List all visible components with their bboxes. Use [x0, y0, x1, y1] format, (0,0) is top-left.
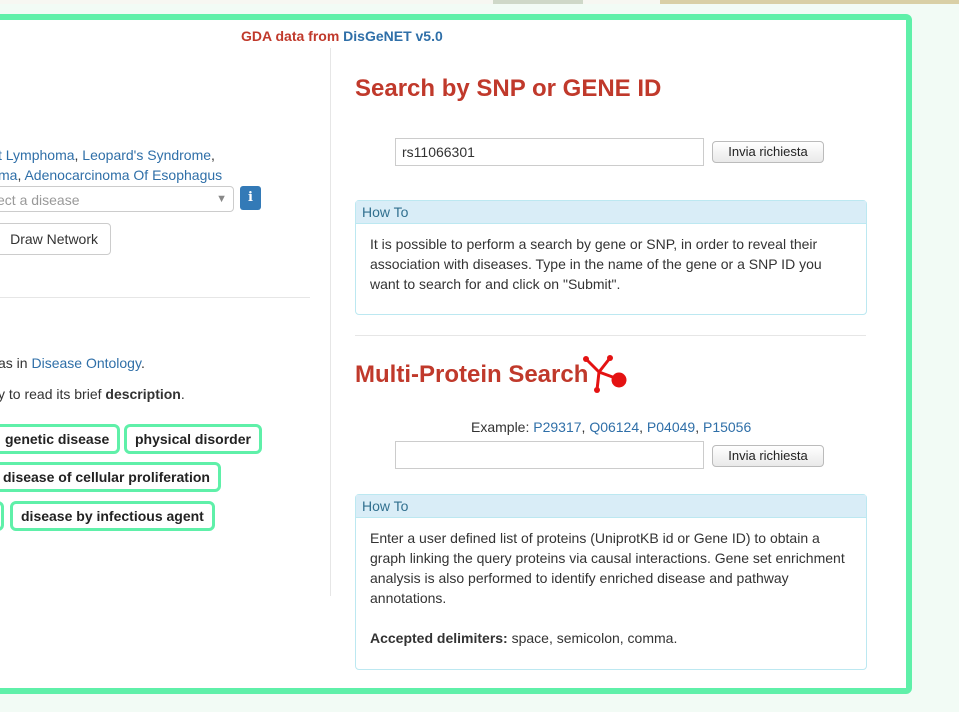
snp-search-title: Search by SNP or GENE ID: [355, 75, 662, 102]
example-disease-link[interactable]: ma: [0, 167, 17, 183]
tag-disease-by-infectious-agent[interactable]: disease by infectious agent: [10, 501, 215, 531]
decorative-banner-left: [493, 0, 583, 4]
description-prefix: y to read its brief: [0, 386, 106, 402]
ontology-note: as in Disease Ontology.: [0, 355, 145, 371]
decorative-banner-right: [660, 0, 959, 4]
multi-protein-title: Multi-Protein Search: [355, 361, 589, 388]
multi-protein-input[interactable]: [395, 441, 704, 469]
howto-snp-panel: How To It is possible to perform a searc…: [355, 200, 867, 315]
howto-snp-header: How To: [356, 201, 866, 224]
disgenet-link[interactable]: DisGeNET v5.0: [343, 28, 443, 44]
tag-genetic-disease[interactable]: genetic disease: [0, 424, 121, 454]
description-bold: description: [105, 386, 181, 402]
ontology-prefix: as in: [0, 355, 32, 371]
example-disease-link[interactable]: Adenocarcinoma Of Esophagus: [24, 167, 222, 183]
example-disease-link[interactable]: t Lymphoma: [0, 147, 75, 163]
snp-search-input[interactable]: [395, 138, 704, 166]
howto-multi-header: How To: [356, 495, 866, 518]
info-icon[interactable]: i: [240, 186, 261, 210]
delimiters-label: Accepted delimiters:: [370, 630, 508, 646]
example-separator: ,: [211, 147, 215, 163]
delimiters-text: space, semicolon, comma.: [511, 630, 678, 646]
ontology-suffix: .: [140, 355, 145, 371]
howto-multi-text: Enter a user defined list of proteins (U…: [370, 530, 845, 606]
right-section-divider: [355, 335, 866, 336]
description-note: y to read its brief description.: [0, 386, 185, 402]
example-disease-link[interactable]: Leopard's Syndrome: [82, 147, 211, 163]
disease-ontology-link[interactable]: Disease Ontology: [31, 355, 140, 371]
example-protein-link[interactable]: P15056: [703, 419, 751, 435]
example-separator: ,: [639, 419, 647, 435]
snp-submit-button[interactable]: Invia richiesta: [712, 141, 824, 163]
tag-disease-of-cellular-proliferation[interactable]: disease of cellular proliferation: [0, 462, 221, 492]
protein-examples: Example: P29317, Q06124, P04049, P15056: [471, 419, 751, 435]
draw-network-button[interactable]: Draw Network: [0, 223, 111, 255]
tag-physical-disorder[interactable]: physical disorder: [124, 424, 262, 454]
disease-examples: t Lymphoma, Leopard's Syndrome, ma, Aden…: [0, 145, 222, 185]
example-separator: ,: [695, 419, 703, 435]
network-molecule-icon: [583, 355, 627, 393]
chevron-down-icon: ▼: [216, 193, 227, 205]
disease-select[interactable]: ect a disease ▼: [0, 186, 234, 212]
disease-select-placeholder: ect a disease: [0, 192, 80, 208]
delimiters-line: Accepted delimiters: space, semicolon, c…: [370, 628, 852, 648]
tag-partial[interactable]: [0, 501, 4, 531]
example-protein-link[interactable]: Q06124: [589, 419, 639, 435]
column-divider: [330, 48, 331, 596]
gda-prefix: GDA data from: [241, 28, 340, 44]
howto-snp-text: It is possible to perform a search by ge…: [370, 236, 822, 292]
gda-source-note: GDA data from DisGeNET v5.0: [241, 28, 443, 44]
example-label: Example:: [471, 419, 530, 435]
example-protein-link[interactable]: P04049: [647, 419, 695, 435]
top-background-strip: [0, 0, 959, 4]
howto-multi-body: Enter a user defined list of proteins (U…: [356, 518, 866, 658]
example-protein-link[interactable]: P29317: [533, 419, 581, 435]
examples-line-2: ma, Adenocarcinoma Of Esophagus: [0, 165, 222, 185]
multi-protein-submit-button[interactable]: Invia richiesta: [712, 445, 824, 467]
left-section-divider: [0, 297, 310, 298]
description-suffix: .: [180, 386, 185, 402]
examples-line-1: t Lymphoma, Leopard's Syndrome,: [0, 145, 222, 165]
howto-multi-panel: How To Enter a user defined list of prot…: [355, 494, 867, 670]
